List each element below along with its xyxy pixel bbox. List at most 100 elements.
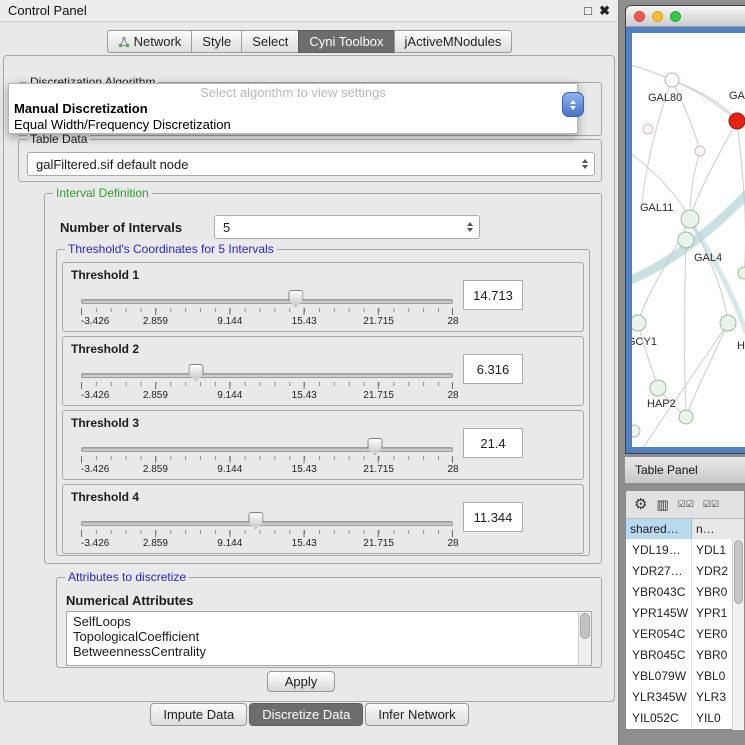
table-cell[interactable]: YBL079W bbox=[626, 665, 692, 686]
thresholds-group-title: Threshold's Coordinates for 5 Intervals bbox=[65, 242, 277, 256]
threshold-slider[interactable]: -3.4262.8599.14415.4321.71528 bbox=[81, 361, 453, 403]
dropdown-item-manual-discretization[interactable]: Manual Discretization bbox=[9, 101, 577, 117]
graph-node[interactable] bbox=[643, 124, 653, 134]
table-row[interactable]: YDL19…YDL1 bbox=[626, 539, 744, 560]
slider-track[interactable] bbox=[81, 521, 453, 526]
tab-network[interactable]: Network bbox=[107, 30, 193, 53]
columns-icon[interactable]: ▥ bbox=[656, 498, 668, 511]
table-toolbar: ⚙ ▥ ☑☑ ☑☑ bbox=[626, 491, 744, 519]
table-panel-title: Table Panel bbox=[635, 463, 698, 477]
table-row[interactable]: YBR043CYBR0 bbox=[626, 581, 744, 602]
graph-node[interactable] bbox=[632, 425, 640, 437]
graph-node[interactable] bbox=[650, 380, 666, 396]
tab-select[interactable]: Select bbox=[241, 30, 299, 53]
threshold-slider[interactable]: -3.4262.8599.14415.4321.71528 bbox=[81, 435, 453, 477]
table-panel-bar[interactable]: Table Panel bbox=[625, 456, 745, 484]
threshold-slider[interactable]: -3.4262.8599.14415.4321.71528 bbox=[81, 509, 453, 551]
tab-style[interactable]: Style bbox=[191, 30, 242, 53]
bottom-tab-discretize-data[interactable]: Discretize Data bbox=[249, 703, 363, 726]
slider-scale-label: 9.144 bbox=[217, 538, 242, 549]
combo-stepper-icon[interactable] bbox=[461, 216, 479, 238]
slider-thumb[interactable] bbox=[288, 290, 303, 307]
table-row[interactable]: YER054CYER0 bbox=[626, 623, 744, 644]
table-data-group: Table Data galFiltered.sif default node bbox=[18, 139, 602, 182]
slider-thumb[interactable] bbox=[189, 364, 204, 381]
graph-node[interactable] bbox=[681, 210, 699, 228]
close-traffic-light[interactable] bbox=[634, 11, 645, 22]
attributes-list-item[interactable]: SelfLoops bbox=[73, 614, 577, 629]
attributes-scrollbar[interactable] bbox=[578, 612, 591, 665]
graph-node[interactable] bbox=[679, 410, 693, 424]
bottom-tab-bar: Impute DataDiscretize DataInfer Network bbox=[0, 703, 619, 726]
bottom-tab-infer-network[interactable]: Infer Network bbox=[365, 703, 468, 726]
close-window-button[interactable]: ✖ bbox=[599, 0, 610, 22]
slider-major-ticks bbox=[81, 382, 453, 389]
table-row[interactable]: YPR145WYPR1 bbox=[626, 602, 744, 623]
table-cell[interactable]: YIL052C bbox=[626, 707, 692, 728]
tab-jactivemnodules[interactable]: jActiveMNodules bbox=[394, 30, 513, 53]
algorithm-combo-stepper[interactable] bbox=[562, 92, 584, 117]
table-row[interactable]: YDR27…YDR2 bbox=[626, 560, 744, 581]
threshold-value-field[interactable]: 11.344 bbox=[463, 502, 523, 532]
network-canvas[interactable]: GAL80GAGAL11GAL4GCY1HAP2HI bbox=[632, 33, 745, 447]
minimize-traffic-light[interactable] bbox=[652, 11, 663, 22]
top-tab-bar: NetworkStyleSelectCyni ToolboxjActiveMNo… bbox=[0, 30, 619, 53]
slider-thumb[interactable] bbox=[367, 438, 382, 455]
graph-node-label: GCY1 bbox=[632, 336, 657, 348]
graph-node[interactable] bbox=[678, 232, 694, 248]
slider-scale-label: 28 bbox=[447, 316, 458, 327]
dropdown-item-list: Manual DiscretizationEqual Width/Frequen… bbox=[9, 101, 577, 133]
table-data-combo[interactable]: galFiltered.sif default node bbox=[27, 152, 595, 176]
graph-node[interactable] bbox=[695, 146, 705, 156]
graph-node[interactable] bbox=[738, 267, 745, 279]
network-window-titlebar[interactable] bbox=[626, 6, 745, 27]
table-cell[interactable]: YDR27… bbox=[626, 560, 692, 581]
table-cell[interactable]: YPR145W bbox=[626, 602, 692, 623]
gear-icon[interactable]: ⚙ bbox=[634, 497, 647, 512]
table-row[interactable]: YIL052CYIL0 bbox=[626, 707, 744, 728]
slider-track[interactable] bbox=[81, 299, 453, 304]
select-rows-icon[interactable]: ☑☑ bbox=[678, 500, 694, 509]
table-cell[interactable]: YER054C bbox=[626, 623, 692, 644]
slider-track[interactable] bbox=[81, 447, 453, 452]
threshold-value-field[interactable]: 6.316 bbox=[463, 354, 523, 384]
zoom-traffic-light[interactable] bbox=[670, 11, 681, 22]
column-header-n-[interactable]: n… bbox=[692, 519, 744, 539]
table-cell[interactable]: YLR345W bbox=[626, 686, 692, 707]
column-header-shared-[interactable]: shared… bbox=[626, 519, 692, 539]
float-window-button[interactable]: □ bbox=[584, 0, 592, 22]
slider-scale-label: -3.426 bbox=[81, 538, 109, 549]
table-cell[interactable]: YDL19… bbox=[626, 539, 692, 560]
graph-node-red[interactable] bbox=[729, 113, 745, 129]
slider-thumb[interactable] bbox=[248, 512, 263, 529]
graph-node[interactable] bbox=[665, 73, 679, 87]
table-row[interactable]: YLR345WYLR3 bbox=[626, 686, 744, 707]
table-scrollbar[interactable] bbox=[732, 539, 744, 730]
graph-node[interactable] bbox=[720, 315, 736, 331]
apply-button[interactable]: Apply bbox=[267, 671, 335, 692]
table-cell[interactable]: YBR045C bbox=[626, 644, 692, 665]
bottom-tab-impute-data[interactable]: Impute Data bbox=[150, 703, 247, 726]
slider-scale-label: 2.859 bbox=[143, 464, 168, 475]
table-row[interactable]: YBR045CYBR0 bbox=[626, 644, 744, 665]
threshold-slider[interactable]: -3.4262.8599.14415.4321.71528 bbox=[81, 287, 453, 329]
scrollbar-thumb[interactable] bbox=[580, 613, 590, 639]
table-cell[interactable]: YBR043C bbox=[626, 581, 692, 602]
threshold-value-field[interactable]: 14.713 bbox=[463, 280, 523, 310]
combo-stepper-icon[interactable] bbox=[576, 153, 594, 175]
slider-track[interactable] bbox=[81, 373, 453, 378]
attributes-list[interactable]: SelfLoopsTopologicalCoefficientBetweenne… bbox=[66, 611, 592, 666]
threshold-value-field[interactable]: 21.4 bbox=[463, 428, 523, 458]
table-rows: YDL19…YDL1YDR27…YDR2YBR043CYBR0YPR145WYP… bbox=[626, 539, 744, 730]
number-of-intervals-combo[interactable]: 5 bbox=[214, 215, 480, 239]
select-cols-icon[interactable]: ☑☑ bbox=[703, 500, 719, 509]
attributes-list-item[interactable]: BetweennessCentrality bbox=[73, 644, 577, 659]
tab-cyni-toolbox[interactable]: Cyni Toolbox bbox=[298, 30, 394, 53]
attributes-list-item[interactable]: TopologicalCoefficient bbox=[73, 629, 577, 644]
graph-node[interactable] bbox=[632, 315, 646, 331]
scrollbar-thumb[interactable] bbox=[734, 540, 743, 604]
slider-major-ticks bbox=[81, 530, 453, 537]
slider-scale: -3.4262.8599.14415.4321.71528 bbox=[81, 464, 453, 476]
dropdown-item-equal-width-frequency-discretization[interactable]: Equal Width/Frequency Discretization bbox=[9, 117, 577, 133]
table-row[interactable]: YBL079WYBL0 bbox=[626, 665, 744, 686]
